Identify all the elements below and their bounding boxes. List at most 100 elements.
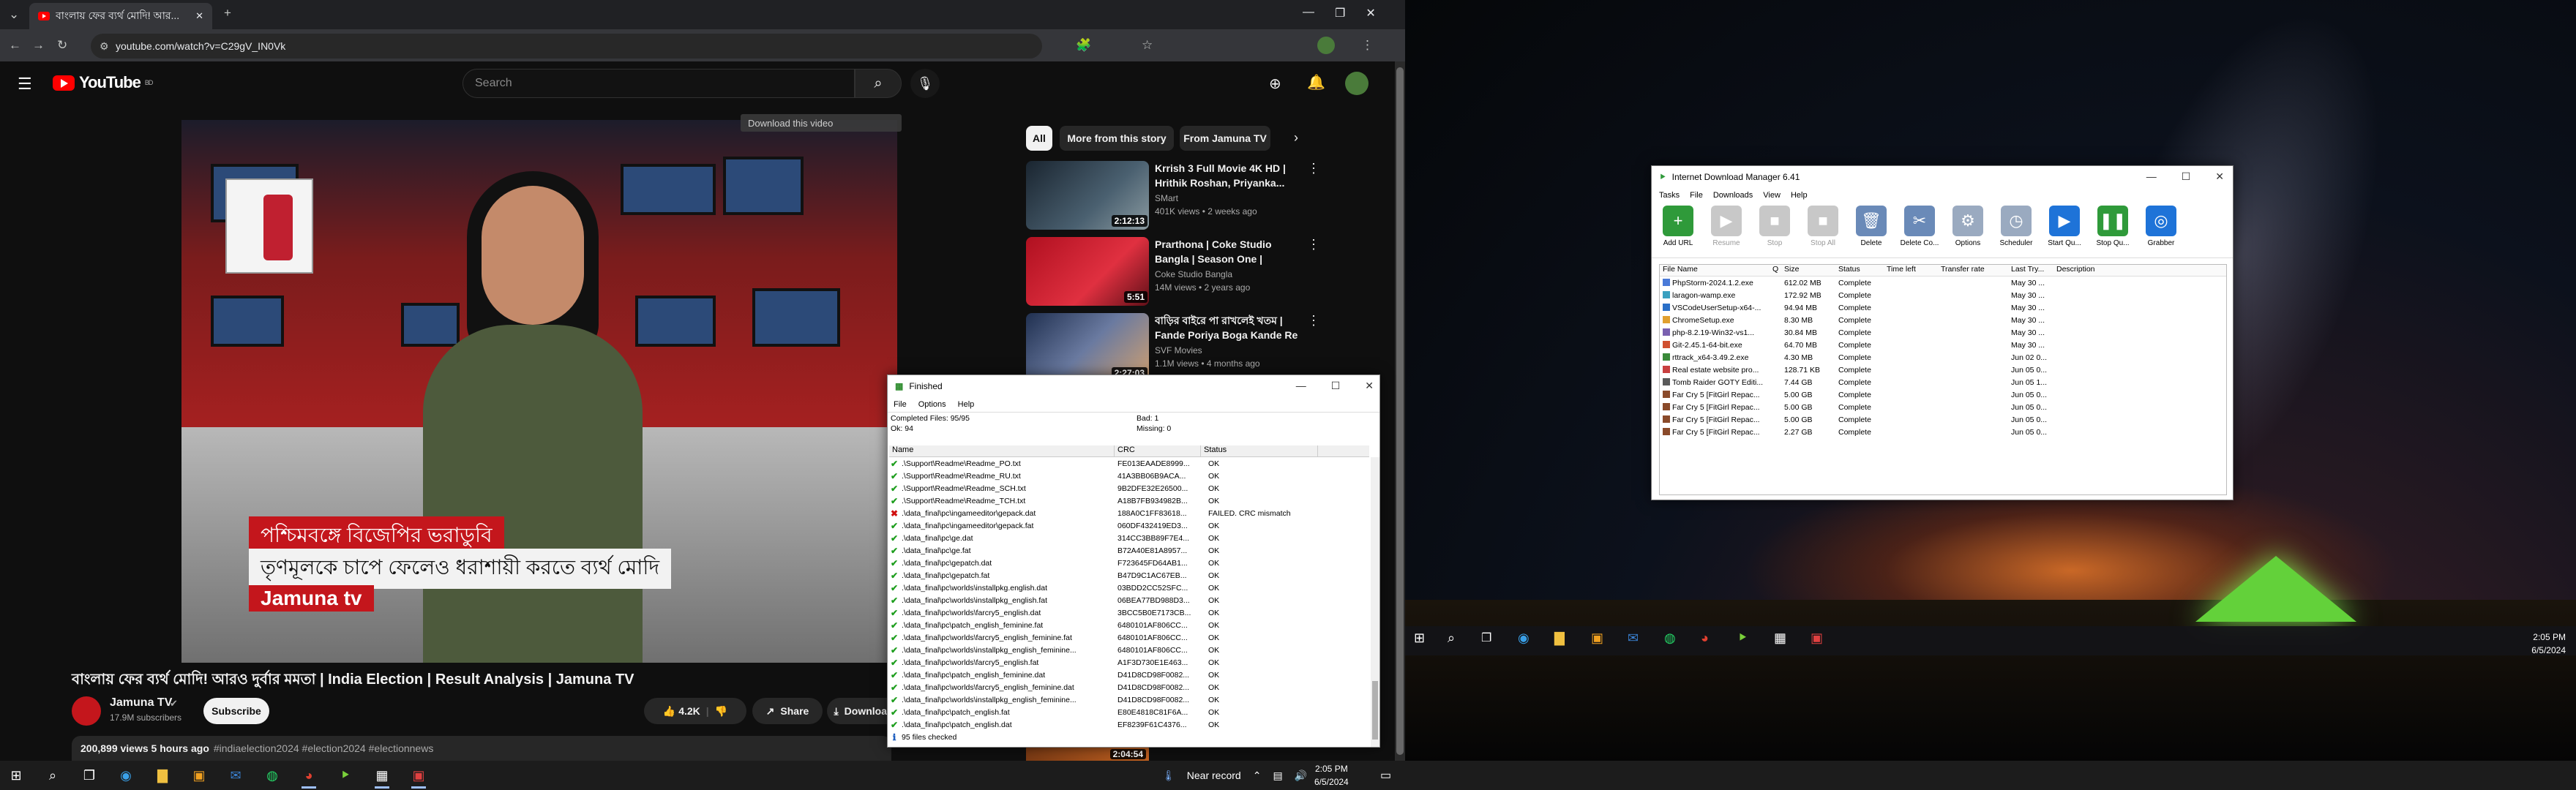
download-row[interactable]: Tomb Raider GOTY Editi... 7.44 GB Complete… (1660, 376, 2226, 388)
close-icon[interactable]: ✕ (1365, 380, 1374, 392)
network-icon[interactable]: ▤ (1273, 770, 1282, 782)
file-explorer-icon[interactable]: ▇ (152, 765, 173, 786)
recommendation-item[interactable]: 5:51 Prarthona | Coke Studio Bangla | Se… (1026, 237, 1333, 307)
secondary-clock[interactable]: 2:05 PM 6/5/2024 (2525, 631, 2566, 657)
tab-close-icon[interactable]: ✕ (195, 10, 203, 22)
download-row[interactable]: laragon-wamp.exe 172.92 MB Complete May 30 … (1660, 289, 2226, 301)
download-row[interactable]: Far Cry 5 [FitGirl Repac... 5.00 GB Comple… (1660, 401, 2226, 413)
forward-icon[interactable]: → (32, 38, 45, 53)
search-icon[interactable]: ⌕ (1448, 631, 1455, 646)
search-button[interactable]: ⌕ (855, 69, 902, 98)
search-input[interactable]: Search (463, 69, 855, 98)
maximize-icon[interactable]: ❐ (1335, 6, 1345, 20)
minimize-icon[interactable]: — (1303, 6, 1314, 20)
start-icon[interactable]: ⊞ (1414, 631, 1425, 646)
toolbar-stop-all-button[interactable]: ■ Stop All (1801, 206, 1845, 257)
result-row[interactable]: ✖There was 1 bad file (889, 743, 1369, 746)
chip-from-jamuna-tv[interactable]: From Jamuna TV (1180, 126, 1270, 151)
col-size[interactable]: Size (1781, 265, 1835, 276)
chips-next-chevron-icon[interactable]: › (1294, 130, 1298, 146)
col-status[interactable]: Status (1201, 445, 1318, 456)
tray-overflow-icon[interactable]: ⌃ (1253, 770, 1262, 782)
result-row[interactable]: ✔ .\Support\Readme\Readme_RU.txt 41A3BB06B… (889, 470, 1369, 482)
col-time-left[interactable]: Time left (1884, 265, 1938, 276)
idm-taskbar-icon[interactable]: ⯈ (335, 765, 356, 786)
col-transfer-rate[interactable]: Transfer rate (1938, 265, 2008, 276)
col-description[interactable]: Description (2053, 265, 2141, 276)
mail-icon[interactable]: ✉ (225, 765, 246, 786)
recommendation-channel[interactable]: SVF Movies (1155, 345, 1202, 356)
menu-view[interactable]: View (1763, 191, 1781, 200)
store-icon[interactable]: ▣ (189, 765, 209, 786)
maximize-icon[interactable]: ☐ (1331, 380, 1341, 392)
menu-help[interactable]: Help (1791, 191, 1808, 200)
address-input[interactable]: ⚙ youtube.com/watch?v=C29gV_IN0Vk (91, 34, 1042, 59)
checksum-app-icon[interactable]: ▦ (1774, 631, 1786, 646)
minimize-icon[interactable]: — (2146, 170, 2157, 183)
result-row[interactable]: ℹ 95 files checked (889, 731, 1369, 743)
toolbar-delete-button[interactable]: 🗑 Delete (1849, 206, 1893, 257)
guide-menu-icon[interactable]: ☰ (18, 75, 32, 94)
channel-avatar[interactable] (72, 696, 101, 726)
more-options-icon[interactable]: ⋮ (1307, 313, 1320, 328)
result-row[interactable]: ✔ .\data_final\pc\ge.fat B72A40E81A8957...… (889, 544, 1369, 557)
toolbar-grabber-button[interactable]: ◎ Grabber (2139, 206, 2183, 257)
menu-file[interactable]: File (894, 400, 907, 409)
more-options-icon[interactable]: ⋮ (1307, 161, 1320, 176)
weather-text[interactable]: Near record (1187, 770, 1241, 781)
idm-taskbar-icon[interactable]: ⯈ (1737, 631, 1748, 646)
more-options-icon[interactable]: ⋮ (1307, 237, 1320, 252)
chip-more-from-story[interactable]: More from this story (1060, 126, 1174, 151)
download-row[interactable]: Far Cry 5 [FitGirl Repac... 5.00 GB Comple… (1660, 388, 2226, 401)
menu-options[interactable]: Options (918, 400, 946, 409)
menu-help[interactable]: Help (958, 400, 975, 409)
profile-avatar[interactable] (1317, 37, 1335, 54)
result-row[interactable]: ✔ .\data_final\pc\worlds\farcry5_english.… (889, 606, 1369, 619)
hashtags[interactable]: #indiaelection2024 #election2024 #electi… (214, 742, 433, 754)
result-row[interactable]: ✔ .\data_final\pc\patch_english.dat EF8239… (889, 718, 1369, 731)
chip-all[interactable]: All (1026, 126, 1052, 151)
youtube-logo[interactable]: YouTube BD (53, 73, 153, 92)
download-row[interactable]: php-8.2.19-Win32-vs1... 30.84 MB Complete M… (1660, 326, 2226, 339)
taskbar-clock[interactable]: 2:05 PM 6/5/2024 (1314, 762, 1349, 789)
result-row[interactable]: ✔ .\data_final\pc\ingameeditor\gepack.fat… (889, 519, 1369, 532)
toolbar-options-button[interactable]: ⚙ Options (1946, 206, 1990, 257)
toolbar-add-url-button[interactable]: + Add URL (1656, 206, 1700, 257)
page-scroll-thumb[interactable] (1396, 67, 1404, 755)
new-tab-icon[interactable]: + (224, 6, 231, 20)
recommendation-channel[interactable]: Coke Studio Bangla (1155, 269, 1232, 279)
channel-name[interactable]: Jamuna TV (110, 696, 172, 710)
store-icon[interactable]: ▣ (1591, 631, 1603, 646)
download-row[interactable]: Git-2.45.1-64-bit.exe 64.70 MB Complete May… (1660, 339, 2226, 351)
col-crc[interactable]: CRC (1115, 445, 1201, 456)
col-name[interactable]: Name (889, 445, 1115, 456)
account-avatar[interactable] (1345, 72, 1368, 95)
dislike-icon[interactable]: 👎 (715, 705, 727, 718)
task-view-icon[interactable]: ❐ (1481, 631, 1491, 645)
download-this-video-button[interactable]: Download this video (741, 114, 902, 132)
idm-title-bar[interactable]: ⯈ Internet Download Manager 6.41 — ☐ ✕ (1652, 166, 2233, 188)
result-row[interactable]: ✔ .\data_final\pc\worlds\installpkg.engli… (889, 582, 1369, 594)
toolbar-stop-button[interactable]: ■ Stop (1753, 206, 1797, 257)
result-row[interactable]: ✔ .\Support\Readme\Readme_SCH.txt 9B2DFE32… (889, 482, 1369, 494)
bookmarks-icon[interactable]: ☆ (1142, 38, 1153, 53)
download-row[interactable]: ChromeSetup.exe 8.30 MB Complete May 30 ... (1660, 314, 2226, 326)
file-explorer-icon[interactable]: ▇ (1554, 631, 1565, 646)
video-player[interactable]: পশ্চিমবঙ্গে বিজেপির ভরাডুবি তৃণমূলকে চাপ… (181, 120, 897, 663)
recommendation-item[interactable]: 2:27:03 বাড়ির বাইরে পা রাখলেই খতম | Fan… (1026, 313, 1333, 383)
download-row[interactable]: Far Cry 5 [FitGirl Repac... 5.00 GB Comple… (1660, 413, 2226, 426)
col-last-try[interactable]: Last Try... (2008, 265, 2053, 276)
media-app-icon[interactable]: ▣ (408, 765, 429, 789)
recommendation-title[interactable]: Krrish 3 Full Movie 4K HD | Hrithik Rosh… (1155, 161, 1301, 190)
media-app-icon[interactable]: ▣ (1811, 631, 1823, 646)
toolbar-stop-queue-button[interactable]: ❚❚ Stop Qu... (2091, 206, 2135, 257)
description-box[interactable]: 200,899 views 5 hours ago #indiaelection… (72, 736, 891, 761)
results-scroll-thumb[interactable] (1372, 681, 1378, 740)
result-row[interactable]: ✔ .\data_final\pc\patch_english.fat E80E48… (889, 706, 1369, 718)
col-status[interactable]: Status (1835, 265, 1884, 276)
download-row[interactable]: PhpStorm-2024.1.2.exe 612.02 MB Complete Ma… (1660, 276, 2226, 289)
whatsapp-icon[interactable]: ◍ (1664, 631, 1676, 646)
result-row[interactable]: ✔ .\data_final\pc\worlds\farcry5_english_… (889, 631, 1369, 644)
recommendation-channel[interactable]: SMart (1155, 193, 1178, 203)
search-icon[interactable]: ⌕ (42, 765, 63, 786)
